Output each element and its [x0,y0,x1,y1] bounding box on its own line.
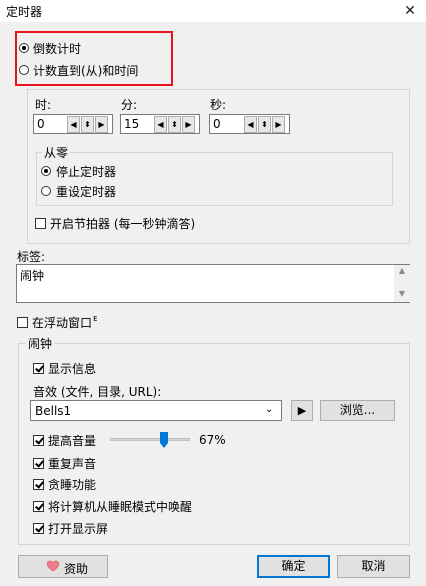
metronome-checkbox[interactable] [35,218,46,229]
minutes-value[interactable]: 15 [124,117,139,131]
countdown-label[interactable]: 倒数计时 [33,40,81,57]
volume-slider-track[interactable] [110,438,190,441]
countdown-radio[interactable] [19,43,29,53]
chevron-down-icon[interactable]: ⌄ [265,404,273,415]
stop-timer-radio[interactable] [41,166,51,176]
hours-label: 时: [35,98,52,112]
minutes-right-button[interactable]: ▶ [182,116,195,133]
repeat-sound-label[interactable]: 重复声音 [48,455,96,472]
tag-scrollbar[interactable]: ▲ ▼ [394,265,410,302]
countup-radio[interactable] [19,65,29,75]
tag-value[interactable]: 闹钟 [20,267,44,284]
turn-on-display-checkbox[interactable] [33,523,44,534]
seconds-value[interactable]: 0 [213,117,221,131]
snooze-label[interactable]: 贪睡功能 [48,476,96,493]
show-message-checkbox[interactable] [33,363,44,374]
donate-button[interactable]: 资助 [18,555,108,578]
stop-timer-label[interactable]: 停止定时器 [56,163,116,180]
seconds-spinner[interactable]: 0 ◀ ⬍ ▶ [209,114,290,134]
text-cursor: ᴇ [93,314,98,324]
alarm-group-label: 闹钟 [26,335,55,352]
scroll-down-icon[interactable]: ▼ [394,289,410,298]
cancel-button[interactable]: 取消 [337,555,410,578]
volume-slider-thumb[interactable] [159,432,168,448]
sound-value[interactable]: Bells1 [35,404,71,418]
float-window-checkbox[interactable] [17,317,28,328]
browse-button[interactable]: 浏览... [320,400,395,421]
reset-timer-label[interactable]: 重设定时器 [56,183,116,200]
title-bar: 定时器 ✕ [0,0,426,22]
sound-label: 音效 (文件, 目录, URL): [33,385,162,399]
play-button[interactable]: ▶ [291,400,313,421]
reset-timer-radio[interactable] [41,186,51,196]
hours-right-button[interactable]: ▶ [95,116,108,133]
hours-spinner[interactable]: 0 ◀ ⬍ ▶ [33,114,113,134]
show-message-label[interactable]: 显示信息 [48,360,96,377]
float-window-label[interactable]: 在浮动窗口 [32,314,92,331]
play-icon[interactable]: ▶ [298,404,306,417]
hours-value[interactable]: 0 [37,117,45,131]
tag-textarea[interactable]: 闹钟 ▲ ▼ [16,264,410,303]
minutes-spinner[interactable]: 15 ◀ ⬍ ▶ [120,114,200,134]
seconds-left-button[interactable]: ◀ [244,116,257,133]
close-icon[interactable]: ✕ [398,0,422,22]
from-zero-group-label: 从零 [42,144,71,161]
ok-button[interactable]: 确定 [257,555,330,578]
heart-icon [46,559,60,573]
countup-label[interactable]: 计数直到(从)和时间 [33,62,138,79]
minutes-updown-button[interactable]: ⬍ [168,116,181,133]
repeat-sound-checkbox[interactable] [33,458,44,469]
raise-volume-label[interactable]: 提高音量 [48,432,96,449]
minutes-label: 分: [121,98,138,112]
seconds-label: 秒: [210,98,227,112]
browse-label[interactable]: 浏览... [340,403,375,417]
volume-percent: 67% [199,433,226,447]
ok-label[interactable]: 确定 [281,559,305,573]
hours-updown-button[interactable]: ⬍ [81,116,94,133]
seconds-updown-button[interactable]: ⬍ [258,116,271,133]
tag-label: 标签: [17,250,46,264]
hours-left-button[interactable]: ◀ [67,116,80,133]
minutes-left-button[interactable]: ◀ [154,116,167,133]
window-title: 定时器 [6,5,43,19]
turn-on-display-label[interactable]: 打开显示屏 [48,520,108,537]
metronome-label[interactable]: 开启节拍器 (每一秒钟滴答) [50,215,195,232]
snooze-checkbox[interactable] [33,479,44,490]
cancel-label[interactable]: 取消 [361,559,385,573]
wake-computer-checkbox[interactable] [33,501,44,512]
sound-combobox[interactable]: Bells1 ⌄ [30,400,282,421]
donate-label[interactable]: 资助 [64,560,88,577]
seconds-right-button[interactable]: ▶ [272,116,285,133]
wake-computer-label[interactable]: 将计算机从睡眠模式中唤醒 [48,498,192,515]
scroll-up-icon[interactable]: ▲ [394,266,410,275]
raise-volume-checkbox[interactable] [33,435,44,446]
